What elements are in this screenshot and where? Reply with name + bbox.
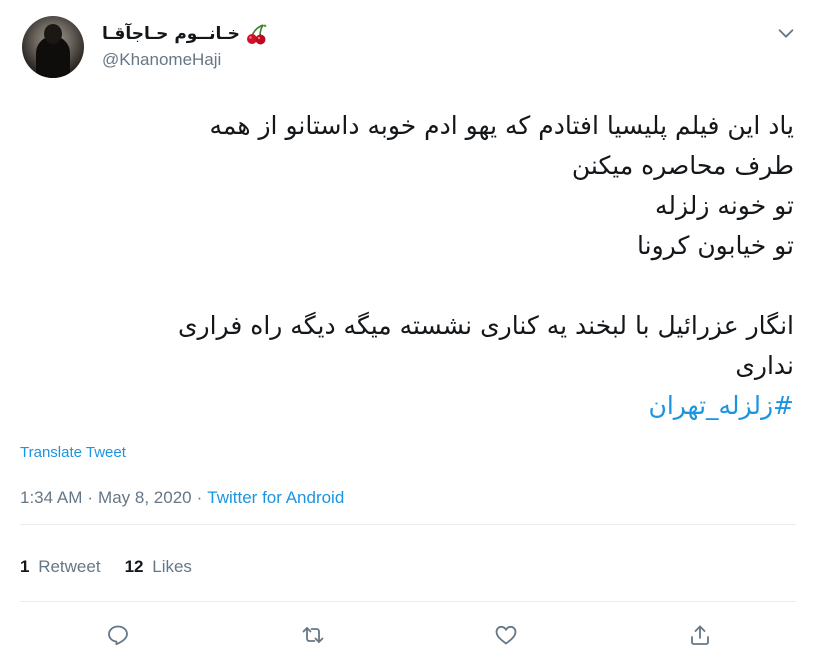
retweets-count: 1 [20, 557, 30, 576]
share-icon [691, 625, 709, 645]
retweets-label: Retweet [38, 557, 101, 576]
likes-label: Likes [152, 557, 192, 576]
tweet-meta: 1:34 AM · May 8, 2020 · Twitter for Andr… [20, 488, 344, 508]
cherries-icon [244, 22, 268, 46]
tweet-time[interactable]: 1:34 AM [20, 488, 82, 508]
retweet-icon [302, 627, 324, 643]
tweet-text: یاد این فیلم پلیسیا افتادم که یهو ادم خو… [20, 106, 794, 426]
reply-icon [108, 625, 128, 646]
meta-separator: · [87, 488, 94, 507]
chevron-down-icon[interactable] [775, 22, 797, 44]
divider [20, 524, 796, 525]
tweet-line: نداری [735, 351, 794, 380]
avatar-figure-head [44, 24, 62, 44]
tweet-stats: 1 Retweet 12 Likes [20, 557, 192, 577]
tweet-line: یاد این فیلم پلیسیا افتادم که یهو ادم خو… [209, 111, 795, 140]
likes-count: 12 [124, 557, 144, 576]
heart-icon [495, 625, 517, 645]
retweets-stat[interactable]: 1 Retweet [20, 557, 101, 577]
tweet-source-link[interactable]: Twitter for Android [207, 488, 344, 508]
tweet-line: طرف محاصره میکنن [571, 151, 794, 180]
tweet-line: تو خونه زلزله [654, 191, 794, 220]
divider [20, 601, 796, 602]
tweet-header: خـانــوم حـاجآقـا @KhanomeHaji [20, 14, 800, 80]
likes-stat[interactable]: 12 Likes [125, 557, 192, 577]
tweet-actions [0, 618, 816, 652]
meta-separator: · [196, 488, 203, 507]
reply-button[interactable] [101, 618, 135, 652]
hashtag-link[interactable]: #زلزله_تهران [20, 386, 794, 426]
tweet-line: تو خیابون کرونا [637, 231, 794, 260]
translate-tweet-link[interactable]: Translate Tweet [20, 444, 126, 461]
author-handle[interactable]: @KhanomeHaji [102, 50, 221, 70]
tweet-date[interactable]: May 8, 2020 [98, 488, 192, 508]
retweet-button[interactable] [296, 618, 330, 652]
tweet-line: انگار عزرائیل با لبخند یه کناری نشسته می… [177, 311, 794, 340]
author-name-row[interactable]: خـانــوم حـاجآقـا [102, 22, 268, 46]
avatar[interactable] [22, 16, 84, 78]
author-display-name[interactable]: خـانــوم حـاجآقـا [102, 24, 240, 44]
share-button[interactable] [683, 618, 717, 652]
like-button[interactable] [489, 618, 523, 652]
